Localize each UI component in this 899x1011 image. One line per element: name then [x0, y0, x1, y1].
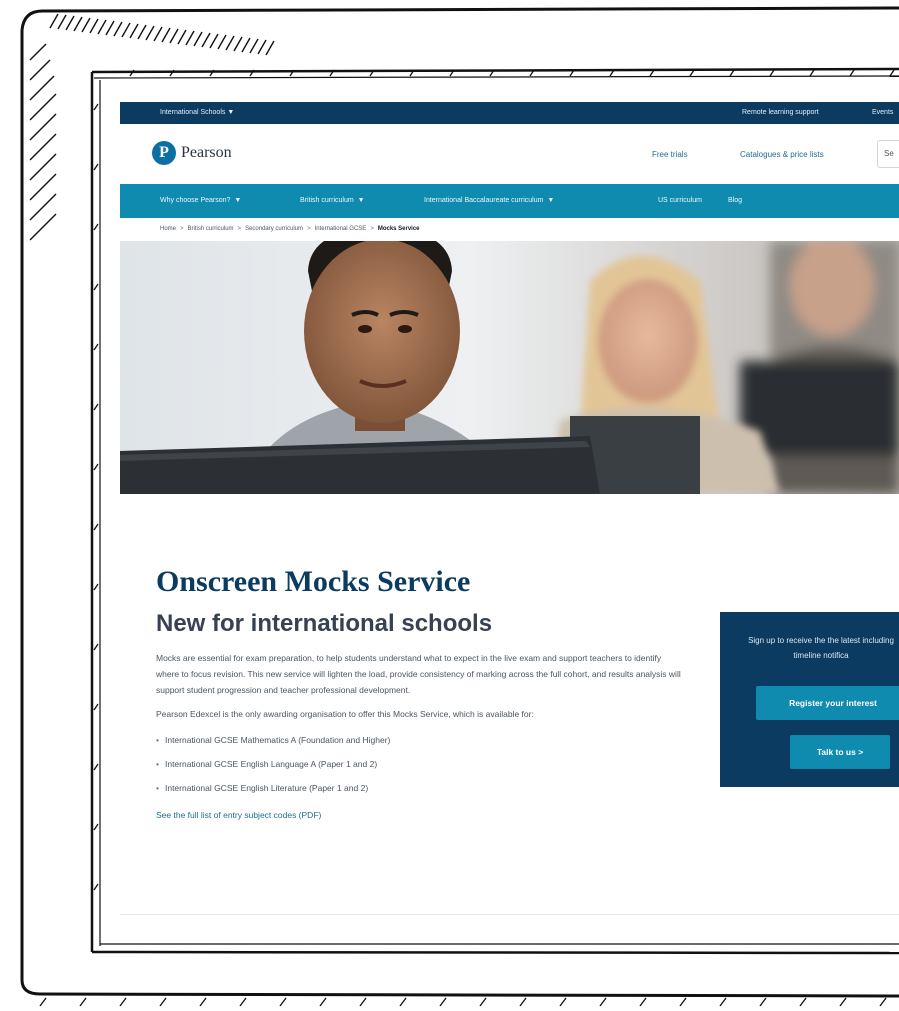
list-item: • International GCSE English Literature (… — [156, 782, 696, 806]
pearson-wordmark: Pearson — [181, 144, 232, 161]
free-trials-link[interactable]: Free trials — [652, 150, 688, 159]
nav-british-curriculum[interactable]: British curriculum ▼ — [300, 197, 365, 204]
utility-bar: International Schools ▼ Remote learning … — [120, 102, 899, 124]
bullet-icon: • — [156, 783, 159, 793]
list-item-text: International GCSE English Literature (P… — [164, 783, 369, 793]
register-interest-button[interactable]: Register your interest — [756, 686, 899, 720]
region-label: International Schools — [160, 109, 226, 116]
bullet-icon: • — [156, 759, 159, 769]
page-subtitle: New for international schools — [156, 610, 493, 637]
signup-panel: Sign up to receive the the latest includ… — [720, 612, 899, 787]
caret-down-icon: ▼ — [547, 197, 555, 204]
chevron-right-icon: > — [180, 226, 184, 232]
breadcrumb: Home > British curriculum > Secondary curric… — [120, 218, 899, 241]
chevron-right-icon: > — [237, 226, 242, 232]
breadcrumb-international-gcse[interactable]: International GCSE — [315, 226, 367, 232]
subject-list: • International GCSE Mathematics A (Found… — [156, 734, 696, 806]
nav-blog[interactable]: Blog — [728, 197, 742, 204]
breadcrumb-current: Mocks Service — [377, 226, 420, 232]
breadcrumb-british-curriculum[interactable]: British curriculum — [188, 226, 234, 232]
talk-to-us-button[interactable]: Talk to us > — [790, 735, 890, 769]
nav-label: International Baccalaureate curriculum — [424, 197, 544, 204]
main-content: Onscreen Mocks Service New for internati… — [156, 564, 696, 820]
main-navigation: Why choose Pearson? ▼ British curriculum… — [120, 184, 899, 218]
nav-label: British curriculum — [300, 197, 354, 204]
breadcrumb-secondary-curriculum[interactable]: Secondary curriculum — [245, 226, 303, 232]
browser-screenshot: International Schools ▼ Remote learning … — [120, 102, 899, 915]
nav-ib-curriculum[interactable]: International Baccalaureate curriculum ▼ — [424, 197, 554, 204]
pearson-logo-icon: P — [152, 141, 176, 165]
entry-codes-pdf-link[interactable]: See the full list of entry subject codes… — [156, 810, 696, 820]
page-title: Onscreen Mocks Service — [156, 565, 471, 598]
bullet-icon: • — [156, 735, 159, 745]
events-link[interactable]: Events — [872, 109, 893, 116]
chevron-right-icon: > — [307, 226, 311, 232]
nav-us-curriculum[interactable]: US curriculum — [658, 197, 702, 204]
signup-text: Sign up to receive the the latest includ… — [748, 636, 894, 660]
chevron-right-icon: > — [370, 226, 374, 232]
availability-paragraph: Pearson Edexcel is the only awarding org… — [156, 709, 534, 719]
breadcrumb-home[interactable]: Home — [160, 226, 176, 232]
nav-why-choose-pearson[interactable]: Why choose Pearson? ▼ — [160, 197, 241, 204]
catalogues-link[interactable]: Catalogues & price lists — [740, 150, 824, 159]
caret-down-icon: ▼ — [357, 197, 365, 204]
nav-label: Why choose Pearson? — [160, 197, 231, 204]
list-item: • International GCSE English Language A (… — [156, 758, 696, 782]
region-selector[interactable]: International Schools ▼ — [160, 109, 234, 116]
caret-down-icon: ▼ — [227, 109, 235, 116]
remote-learning-link[interactable]: Remote learning support — [742, 109, 819, 116]
caret-down-icon: ▼ — [234, 197, 242, 204]
list-item-text: International GCSE English Language A (P… — [164, 759, 378, 769]
hero-image — [120, 241, 899, 494]
pearson-logo[interactable]: P Pearson — [152, 141, 232, 165]
list-item: • International GCSE Mathematics A (Found… — [156, 734, 696, 758]
list-item-text: International GCSE Mathematics A (Founda… — [164, 735, 391, 745]
site-header: P Pearson Free trials Catalogues & price… — [120, 124, 899, 185]
intro-paragraph: Mocks are essential for exam preparation… — [156, 653, 681, 695]
search-input[interactable]: Se — [877, 140, 899, 168]
section-divider — [120, 914, 899, 915]
